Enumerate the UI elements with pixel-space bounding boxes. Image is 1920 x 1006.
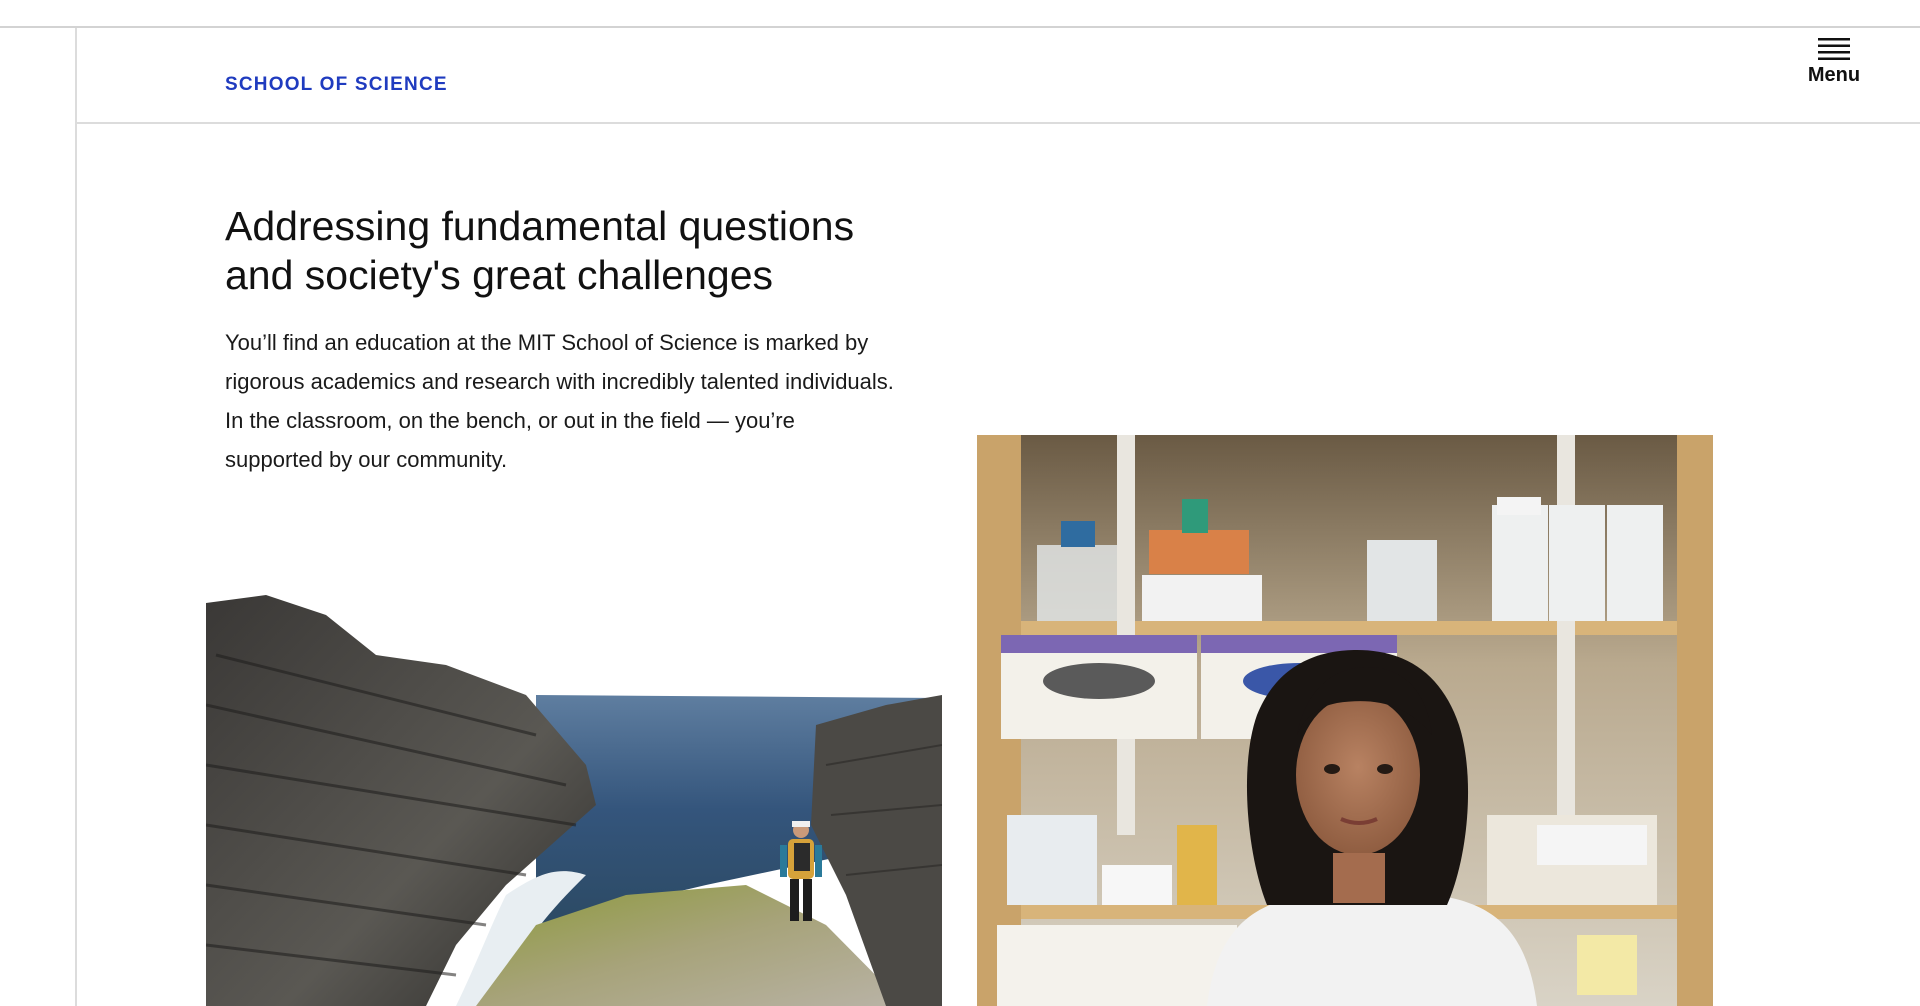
hamburger-icon: [1818, 38, 1850, 60]
page-headline: Addressing fundamental questions and soc…: [225, 202, 945, 300]
lab-image: [977, 435, 1713, 1006]
menu-label: Menu: [1807, 64, 1861, 86]
school-of-science-link[interactable]: SCHOOL OF SCIENCE: [225, 74, 448, 96]
intro-line-3: In the classroom, on the bench, or out i…: [225, 408, 795, 433]
intro-line-2: rigorous academics and research with inc…: [225, 369, 894, 394]
left-divider: [75, 28, 77, 1006]
coast-image: [206, 595, 942, 1006]
headline-line-1: Addressing fundamental questions: [225, 203, 855, 249]
intro-line-1: You’ll find an education at the MIT Scho…: [225, 330, 869, 355]
headline-line-2: and society's great challenges: [225, 252, 773, 298]
intro-paragraph: You’ll find an education at the MIT Scho…: [225, 323, 945, 479]
lab-photo: [977, 435, 1713, 1006]
coast-photo: [206, 595, 942, 1006]
menu-button[interactable]: Menu: [1802, 38, 1866, 94]
intro-line-4: supported by our community.: [225, 447, 508, 472]
site-header: SCHOOL OF SCIENCE Menu: [77, 28, 1920, 124]
